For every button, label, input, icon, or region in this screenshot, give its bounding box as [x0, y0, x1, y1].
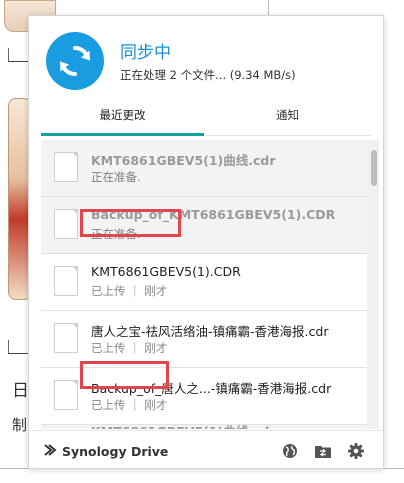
annotation-highlight-box [80, 209, 181, 237]
file-name: KMT6861GBEV5(1)曲线.cdr [91, 153, 276, 168]
file-name: KMT6861GBEV5(1).CDR [91, 264, 241, 279]
synology-drive-brand: Synology Drive [43, 443, 168, 460]
background-divider [268, 0, 269, 16]
annotation-highlight-box [80, 361, 169, 389]
settings-button[interactable] [347, 442, 365, 460]
background-text: 制 [12, 416, 28, 434]
background-line [8, 353, 28, 354]
globe-icon [283, 444, 297, 458]
tab-notifications[interactable]: 通知 [204, 104, 371, 134]
file-name: KMT6861GBEV5(1)曲线.cdr [91, 421, 276, 429]
file-icon [54, 152, 78, 182]
file-icon [54, 266, 78, 296]
background-tick [8, 48, 9, 62]
file-icon [54, 380, 78, 410]
background-text: 日 [12, 381, 29, 401]
active-tab-indicator [41, 133, 204, 136]
open-web-portal-button[interactable] [281, 442, 299, 460]
brand-name: Synology Drive [62, 444, 169, 459]
background-line [8, 61, 28, 62]
sync-status-popup: 同步中 正在处理 2 个文件... (9.34 MB/s) 最近更改 通知 KM… [28, 15, 384, 469]
recent-changes-list[interactable]: KMT6861GBEV5(1)曲线.cdr 正在准备. Backup_of_KM… [41, 140, 379, 429]
file-icon [54, 209, 78, 239]
list-item[interactable]: KMT6861GBEV5(1)曲线.cdr 正在准备. [41, 140, 367, 196]
list-item[interactable]: 唐人之宝-祛风活络油-镇痛霸-香港海报.cdr 已上传 ｜ 刚才 [41, 311, 367, 367]
file-icon [54, 323, 78, 353]
file-status: 已上传 ｜ 刚才 [91, 341, 168, 355]
sync-status-title: 同步中 [120, 43, 171, 63]
tab-recent-changes[interactable]: 最近更改 [41, 104, 204, 134]
scrollbar-thumb[interactable] [371, 150, 377, 186]
file-status: 已上传 ｜ 刚才 [91, 284, 168, 298]
background-tick [8, 340, 9, 354]
file-status: 已上传 ｜ 刚才 [91, 398, 168, 412]
open-sync-folder-button[interactable] [314, 442, 332, 460]
synology-drive-logo-icon [43, 443, 57, 460]
folder-sync-icon [315, 446, 331, 458]
list-item[interactable]: KMT6861GBEV5(1).CDR 已上传 ｜ 刚才 [41, 254, 367, 310]
sync-icon [46, 32, 104, 90]
list-item[interactable]: KMT6861GBEV5(1)曲线.cdr [41, 424, 367, 429]
file-status: 正在准备. [91, 170, 141, 184]
tab-bar: 最近更改 通知 [41, 104, 371, 136]
sync-progress-text: 正在处理 2 个文件... (9.34 MB/s) [120, 68, 296, 82]
list-scrollbar[interactable] [371, 140, 377, 429]
popup-footer: Synology Drive [29, 430, 383, 469]
gear-icon [348, 443, 364, 459]
file-name: 唐人之宝-祛风活络油-镇痛霸-香港海报.cdr [91, 324, 329, 339]
